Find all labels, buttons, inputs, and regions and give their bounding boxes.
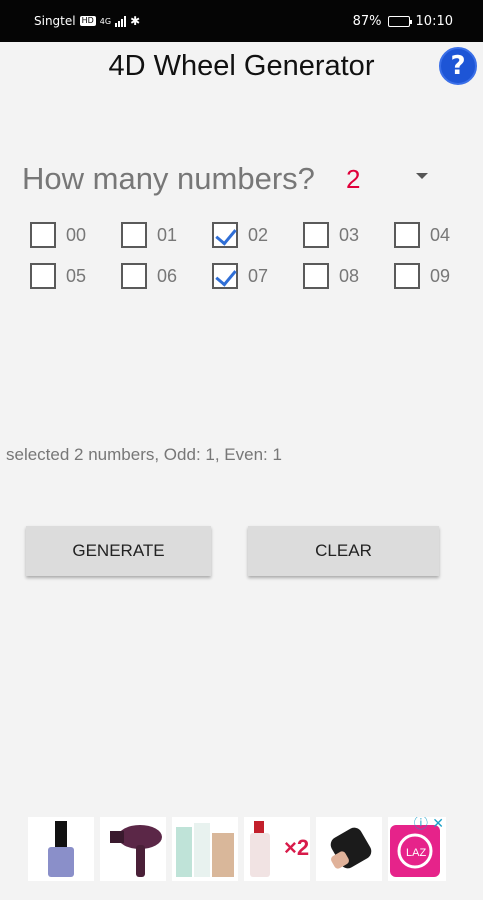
number-option[interactable]: 02 — [212, 222, 303, 248]
number-label: 07 — [248, 265, 269, 286]
skincare-set-icon — [176, 823, 234, 877]
help-button[interactable]: ? — [439, 47, 477, 85]
hair-dryer-icon — [110, 825, 162, 877]
lipstick-ad[interactable] — [316, 817, 382, 881]
checkbox[interactable] — [212, 263, 238, 289]
number-option[interactable]: 05 — [30, 263, 121, 289]
number-label: 01 — [157, 224, 178, 245]
number-label: 05 — [66, 265, 87, 286]
status-left: Singtel HD 4G ✱ — [34, 14, 140, 28]
nail-polish-icon — [48, 821, 74, 877]
number-option[interactable]: 06 — [121, 263, 212, 289]
number-label: 09 — [430, 265, 451, 286]
number-label: 02 — [248, 224, 269, 245]
dropdown-arrow-icon[interactable] — [416, 173, 428, 179]
checkbox[interactable] — [303, 263, 329, 289]
checkbox[interactable] — [303, 222, 329, 248]
number-label: 06 — [157, 265, 178, 286]
checkbox[interactable] — [121, 263, 147, 289]
clock: 10:10 — [415, 14, 453, 29]
number-option[interactable]: 01 — [121, 222, 212, 248]
battery-icon — [387, 16, 412, 27]
toner-bottles-ad[interactable]: ×2 — [244, 817, 310, 881]
number-label: 04 — [430, 224, 451, 245]
svg-text:LAZ: LAZ — [406, 847, 426, 859]
clear-button[interactable]: CLEAR — [248, 526, 439, 576]
ad-close-icon[interactable]: ⓘ ✕ — [414, 817, 444, 833]
bluetooth-icon: ✱ — [130, 14, 141, 28]
ad-banner[interactable]: ×2 LAZ ⓘ ✕ — [28, 817, 456, 883]
signal-icon — [115, 15, 127, 27]
number-option[interactable]: 07 — [212, 263, 303, 289]
checkbox[interactable] — [394, 222, 420, 248]
checkbox[interactable] — [212, 222, 238, 248]
lazada-ad[interactable]: LAZ ⓘ ✕ — [388, 817, 446, 881]
multiplier-label: ×2 — [284, 835, 310, 860]
carrier-label: Singtel — [34, 14, 76, 28]
numbers-count-label: How many numbers? — [22, 161, 315, 196]
number-label: 00 — [66, 224, 87, 245]
number-option[interactable]: 09 — [394, 263, 483, 289]
selection-summary: selected 2 numbers, Odd: 1, Even: 1 — [6, 445, 282, 464]
generate-button[interactable]: GENERATE — [26, 526, 211, 576]
numbers-count-value[interactable]: 2 — [346, 164, 360, 195]
number-option[interactable]: 03 — [303, 222, 394, 248]
status-bar: Singtel HD 4G ✱ 87% 10:10 — [0, 0, 483, 42]
nail-polish-ad[interactable] — [28, 817, 94, 881]
checkbox[interactable] — [30, 263, 56, 289]
number-label: 03 — [339, 224, 360, 245]
hair-dryer-ad[interactable] — [100, 817, 166, 881]
number-option[interactable]: 00 — [30, 222, 121, 248]
skincare-set-ad[interactable] — [172, 817, 238, 881]
battery-percent: 87% — [352, 14, 382, 29]
number-option[interactable]: 08 — [303, 263, 394, 289]
number-grid: 00 01 02 03 04 05 06 07 08 09 — [30, 222, 470, 289]
checkbox[interactable] — [30, 222, 56, 248]
number-label: 08 — [339, 265, 360, 286]
app-title: 4D Wheel Generator — [108, 50, 375, 82]
checkbox[interactable] — [121, 222, 147, 248]
checkbox[interactable] — [394, 263, 420, 289]
network-label: 4G — [99, 16, 112, 26]
status-right: 87% 10:10 — [353, 14, 453, 29]
hd-icon: HD — [79, 16, 96, 26]
number-option[interactable]: 04 — [394, 222, 483, 248]
lipstick-icon — [330, 827, 372, 869]
